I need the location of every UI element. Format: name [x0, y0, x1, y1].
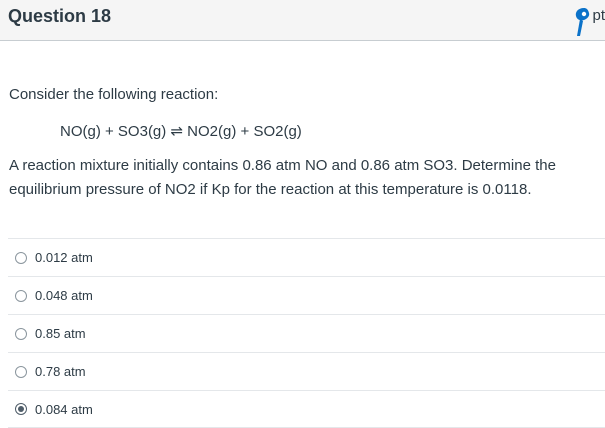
points-label: pt — [592, 7, 605, 24]
answer-radio-1[interactable] — [15, 251, 27, 264]
answer-option-1[interactable]: 0.012 atm — [8, 238, 605, 276]
answer-label-2[interactable]: 0.048 atm — [35, 288, 93, 303]
question-line-1: A reaction mixture initially contains 0.… — [9, 157, 556, 174]
points-indicator: pt — [572, 3, 605, 43]
question-line-2: equilibrium pressure of NO2 if Kp for th… — [9, 181, 532, 198]
answer-option-5[interactable]: 0.084 atm — [8, 390, 605, 428]
answer-option-4[interactable]: 0.78 atm — [8, 352, 605, 390]
question-title: Question 18 — [8, 6, 112, 26]
reaction-equation: NO(g) + SO3(g) ⇌ NO2(g) + SO2(g) — [60, 123, 302, 140]
answer-label-3[interactable]: 0.85 atm — [35, 326, 86, 341]
answer-label-5[interactable]: 0.084 atm — [35, 402, 93, 417]
answer-option-3[interactable]: 0.85 atm — [8, 314, 605, 352]
answer-option-2[interactable]: 0.048 atm — [8, 276, 605, 314]
answer-radio-4[interactable] — [15, 365, 27, 378]
question-intro: Consider the following reaction: — [9, 86, 219, 103]
answer-label-4[interactable]: 0.78 atm — [35, 364, 86, 379]
answer-radio-3[interactable] — [15, 327, 27, 340]
question-header: Question 18 pt — [0, 0, 605, 41]
answer-label-1[interactable]: 0.012 atm — [35, 250, 93, 265]
answer-list: 0.012 atm 0.048 atm 0.85 atm 0.78 atm 0.… — [8, 238, 605, 428]
answer-radio-5[interactable] — [15, 403, 27, 415]
answer-radio-2[interactable] — [15, 289, 27, 302]
